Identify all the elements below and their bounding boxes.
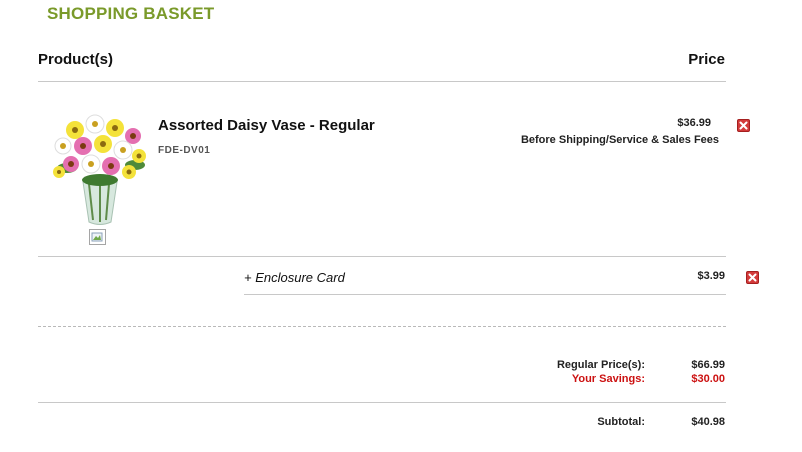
subtotal-label: Subtotal: (597, 416, 645, 428)
remove-icon (739, 121, 748, 130)
dashed-divider (38, 326, 726, 327)
product-code: FDE-DV01 (158, 145, 211, 156)
savings-label: Your Savings: (571, 373, 645, 385)
price-note: Before Shipping/Service & Sales Fees (520, 134, 720, 146)
enclosure-card-label: + Enclosure Card (244, 270, 345, 285)
remove-enclosure-card-button[interactable] (746, 271, 759, 284)
remove-item-button[interactable] (737, 119, 750, 132)
page-title: SHOPPING BASKET (47, 4, 215, 23)
products-column-header: Product(s) (38, 51, 113, 68)
broken-image-icon (89, 229, 106, 245)
header-divider (38, 81, 726, 82)
regular-price-label: Regular Price(s): (556, 359, 645, 371)
product-name[interactable]: Assorted Daisy Vase - Regular (158, 117, 375, 134)
enclosure-card-price: $3.99 (697, 270, 725, 282)
remove-icon (748, 273, 757, 282)
regular-price-value: $66.99 (691, 359, 725, 371)
summary-divider (38, 402, 726, 403)
savings-value: $30.00 (691, 373, 725, 385)
product-price: $36.99 (677, 117, 711, 129)
addon-divider (244, 294, 726, 295)
daisy-vase-image[interactable] (45, 110, 155, 228)
price-column-header: Price (688, 51, 725, 68)
subtotal-value: $40.98 (691, 416, 725, 428)
item-divider (38, 256, 726, 257)
